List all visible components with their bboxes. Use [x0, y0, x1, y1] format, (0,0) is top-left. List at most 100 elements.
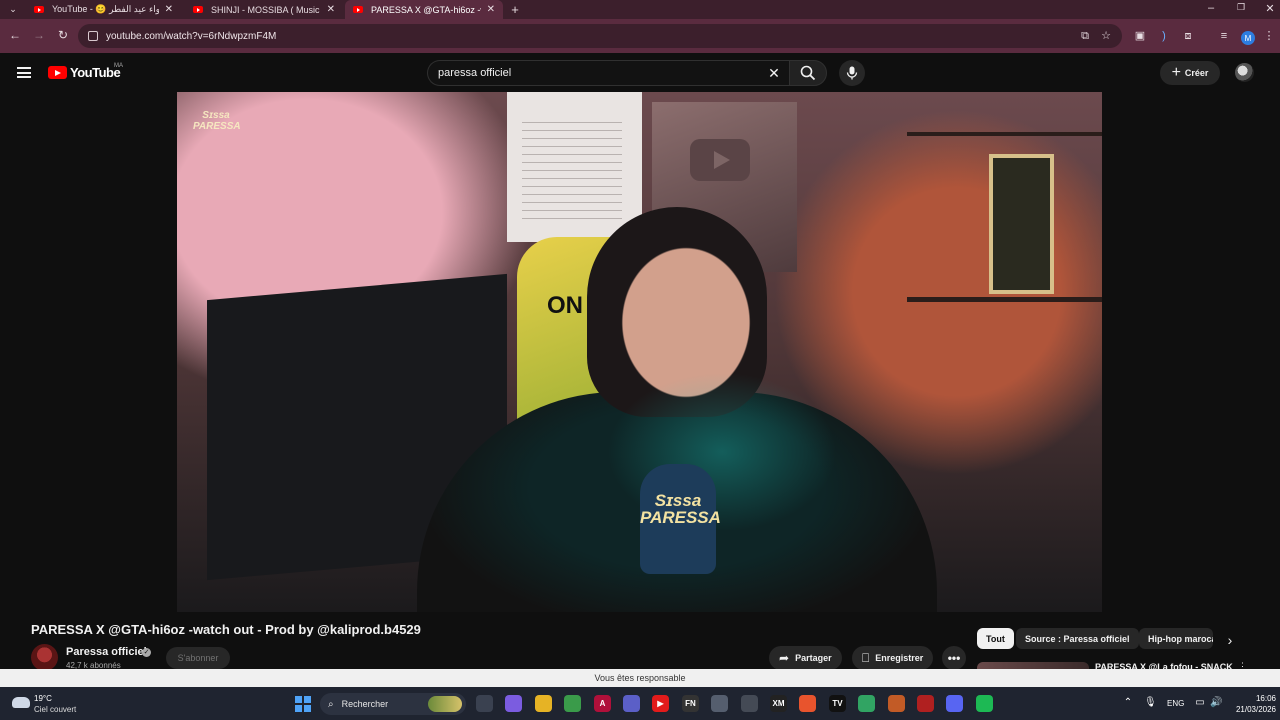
taskbar-search-box[interactable]: ⌕ Rechercher [320, 693, 466, 715]
network-icon[interactable]: ▭ [1194, 697, 1206, 708]
voice-search-button[interactable] [839, 60, 865, 86]
search-highlight-icon [428, 696, 462, 712]
video-title: PARESSA X @GTA-hi6oz -watch out - Prod b… [31, 622, 421, 637]
tab-close-icon[interactable]: ✕ [327, 4, 335, 15]
maximize-button[interactable]: ❐ [1233, 2, 1249, 13]
search-query-text: paressa officiel [438, 67, 512, 79]
weather-temperature[interactable]: 19°C [34, 694, 52, 703]
clock-time[interactable]: 16:06 [1236, 694, 1276, 703]
account-avatar[interactable] [1235, 63, 1254, 82]
chip-source-channel[interactable]: Source : Paressa officiel [1016, 628, 1139, 649]
watermark-line2: PARESSA [193, 121, 241, 132]
tray-overflow-chevron-icon[interactable]: ⌃ [1122, 697, 1134, 708]
search-button[interactable] [789, 60, 827, 86]
chip-hiphop-marocain[interactable]: Hip-hop marocain [1139, 628, 1213, 649]
site-info-icon[interactable] [88, 31, 98, 41]
forward-button[interactable]: → [31, 28, 47, 42]
taskbar-app-discord-icon[interactable] [946, 695, 963, 712]
chip-all[interactable]: Tout [977, 628, 1014, 649]
video-player[interactable]: ON Sɪssa PARESSA Sɪssa PARESSA [177, 92, 1102, 612]
taskbar-app-app-flame-icon[interactable] [888, 695, 905, 712]
address-bar[interactable]: youtube.com/watch?v=6rNdwpzmF4M [78, 24, 1122, 48]
taskbar-app-app-green-icon[interactable] [858, 695, 875, 712]
url-text: youtube.com/watch?v=6rNdwpzmF4M [106, 30, 277, 42]
reload-button[interactable]: ↻ [55, 28, 71, 42]
subscribe-button[interactable]: S'abonner [166, 647, 230, 669]
reading-list-icon[interactable]: ≡ [1217, 29, 1231, 43]
share-button[interactable]: ➦ Partager [769, 646, 842, 670]
bookmark-star-icon[interactable]: ☆ [1099, 29, 1113, 43]
taskbar-app-chatgpt-icon[interactable] [741, 695, 758, 712]
tab-close-icon[interactable]: ✕ [487, 4, 495, 15]
menu-hamburger-icon[interactable] [17, 67, 31, 78]
taskbar-app-youtube-icon[interactable]: ▶ [652, 695, 669, 712]
back-button[interactable]: ← [7, 28, 23, 42]
browser-menu-icon[interactable]: ⋮ [1262, 29, 1276, 43]
clock-date[interactable]: 21/03/2026 [1226, 705, 1276, 714]
create-button[interactable]: + Créer [1160, 61, 1220, 85]
youtube-favicon-icon [353, 6, 363, 13]
youtube-header: YouTube MA paressa officiel ✕ + Créer [0, 53, 1280, 92]
video-scene-frame [989, 154, 1054, 294]
search-icon: ⌕ [328, 698, 334, 710]
tab-shinji-mossiba[interactable]: SHINJI - MOSSIBA ( Music Vide ✕ [185, 0, 343, 19]
microphone-icon [846, 66, 858, 80]
chevron-right-icon[interactable]: › [1222, 632, 1238, 648]
input-language[interactable]: ENG [1167, 699, 1184, 708]
taskbar-app-file-explorer-icon[interactable] [535, 695, 552, 712]
minimize-button[interactable]: – [1203, 2, 1219, 14]
volume-icon[interactable]: 🔊 [1210, 697, 1222, 708]
cloud-weather-icon[interactable] [12, 697, 30, 708]
taskbar-app-copilot-icon[interactable] [505, 695, 522, 712]
search-input[interactable]: paressa officiel [427, 60, 789, 86]
channel-avatar[interactable] [31, 644, 58, 671]
tab-paressa-active[interactable]: PARESSA X @GTA-hi6oz -watch ✕ [345, 0, 503, 19]
new-tab-button[interactable]: + [506, 0, 524, 19]
taskbar-app-task-view-icon[interactable] [476, 695, 493, 712]
mic-logo-line1: Sɪssa [654, 491, 702, 510]
notice-bar: Vous êtes responsable [0, 669, 1280, 687]
extension-audio-icon[interactable]: ) [1157, 29, 1171, 43]
save-label: Enregistrer [875, 653, 924, 663]
tab-youtube-eid[interactable]: YouTube - 😊 اجواء عيد الفطر ✕ [26, 0, 181, 19]
taskbar-app-teams-icon[interactable] [623, 695, 640, 712]
taskbar-app-app-xm-icon[interactable]: XM [770, 695, 787, 712]
youtube-play-logo-icon [48, 66, 67, 79]
browser-toolbar: ← → ↻ youtube.com/watch?v=6rNdwpzmF4M ⧉ … [0, 19, 1280, 53]
taskbar-app-app-red-circle-icon[interactable] [917, 695, 934, 712]
video-scene-shelf [907, 297, 1102, 302]
chair-logo-text: ON [547, 292, 583, 319]
tab-title: PARESSA X @GTA-hi6oz -watch [371, 4, 481, 15]
tab-search-button[interactable]: ⌄ [4, 0, 22, 19]
clear-search-icon[interactable]: ✕ [766, 65, 782, 81]
channel-name[interactable]: Paressa officiel [66, 646, 147, 658]
play-button-plaque-icon [690, 139, 750, 181]
share-label: Partager [795, 653, 832, 663]
weather-description[interactable]: Ciel couvert [34, 705, 76, 714]
more-actions-button[interactable]: ••• [942, 646, 966, 670]
youtube-logo[interactable]: YouTube [48, 65, 121, 80]
taskbar-app-spotify-icon[interactable] [976, 695, 993, 712]
window-close-button[interactable]: ✕ [1262, 2, 1278, 15]
taskbar-app-brave-icon[interactable] [799, 695, 816, 712]
search-icon [800, 65, 816, 81]
extension-icon[interactable]: ▣ [1133, 29, 1147, 43]
microphone-tray-icon[interactable]: 🎙 [1144, 697, 1157, 708]
share-arrow-icon: ➦ [779, 651, 790, 665]
taskbar-app-app-fn-icon[interactable]: FN [682, 695, 699, 712]
tab-strip: ⌄ YouTube - 😊 اجواء عيد الفطر ✕ SHINJI -… [0, 0, 1280, 19]
taskbar-app-app-globe-icon[interactable] [711, 695, 728, 712]
install-app-icon[interactable]: ⧉ [1078, 29, 1092, 43]
taskbar-app-app-a-icon[interactable]: A [594, 695, 611, 712]
windows-start-icon[interactable] [295, 696, 311, 712]
profile-avatar[interactable]: M [1241, 31, 1255, 45]
youtube-favicon-icon [34, 6, 44, 13]
taskbar-app-app-tv-icon[interactable]: TV [829, 695, 846, 712]
tab-close-icon[interactable]: ✕ [165, 4, 173, 15]
notice-text: Vous êtes responsable [594, 673, 686, 683]
video-scene-poster-lines [522, 122, 622, 222]
taskbar-app-chrome-icon[interactable] [564, 695, 581, 712]
extensions-puzzle-icon[interactable]: ⧈ [1181, 29, 1195, 43]
save-button[interactable]: ⎕ Enregistrer [852, 646, 934, 670]
youtube-favicon-icon [193, 6, 203, 13]
